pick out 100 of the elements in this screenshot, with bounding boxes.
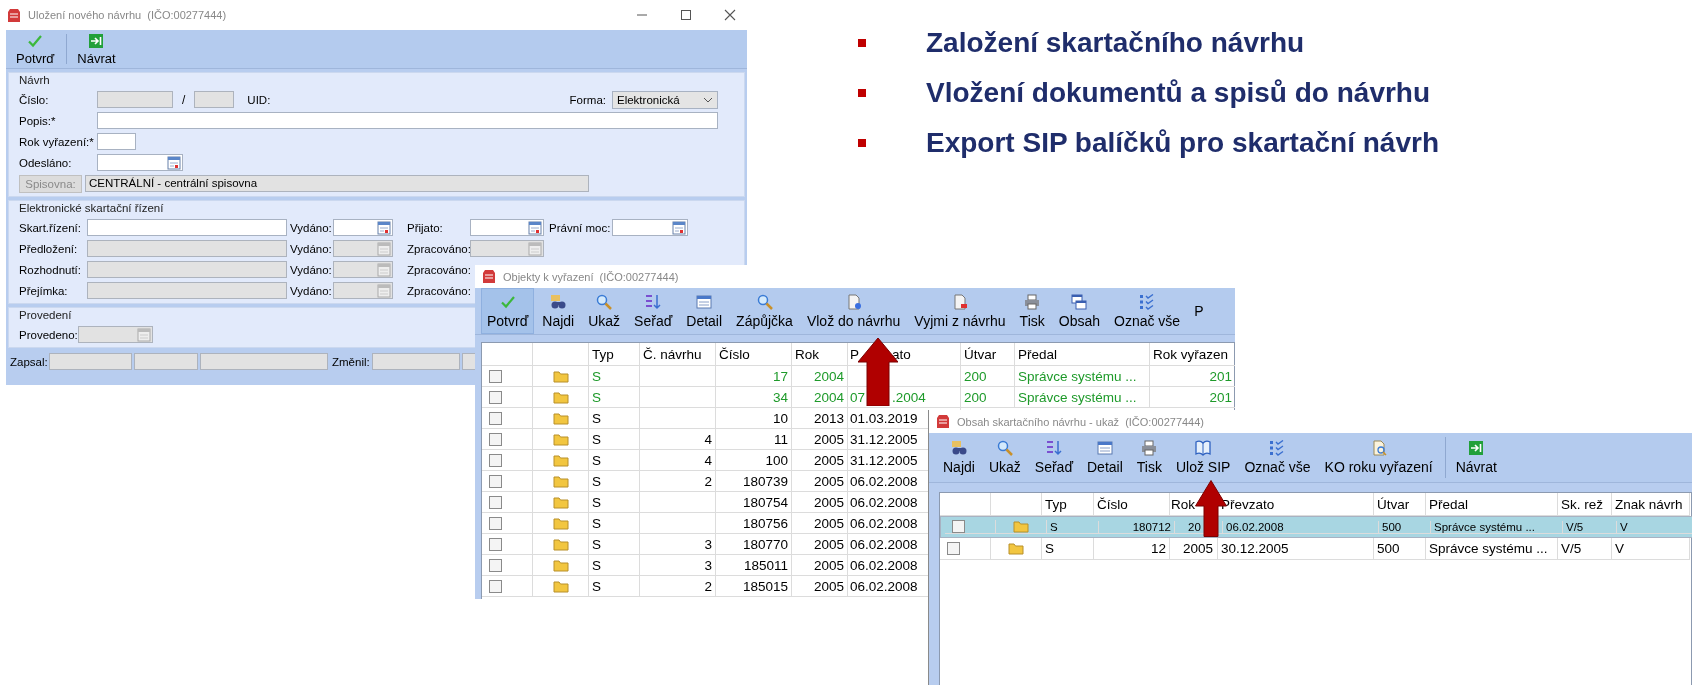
row-checkbox[interactable] [489,495,502,509]
column-header[interactable]: Útvar [964,346,997,362]
text-field[interactable] [97,133,136,150]
table-cell: 180712 [1132,520,1171,533]
column-header[interactable]: Rok [795,346,819,362]
column-header[interactable]: Rok vyřazen [1153,346,1229,362]
calendar-icon[interactable] [167,155,181,170]
toolbar-button[interactable]: Zápůjčka [730,288,799,334]
folder-icon [552,474,569,488]
table-cell: 2005 [813,557,844,573]
toolbar-button[interactable]: Ukaž [582,288,627,334]
toolbar-button[interactable]: Tisk [1013,288,1051,334]
toolbar-button[interactable]: Návrat [71,30,122,68]
binoculars-icon [950,440,967,456]
toolbar-button[interactable]: Ulož SIP [1169,433,1237,482]
row-checkbox[interactable] [489,474,502,488]
date-field[interactable] [470,219,544,236]
table-cell: 180770 [742,536,788,552]
toolbar-button[interactable]: KO roku vyřazení [1318,433,1439,482]
column-header[interactable]: Útvar [1377,496,1410,512]
row-checkbox[interactable] [489,411,502,425]
table-cell: S [592,578,601,594]
sort-icon [1045,440,1062,456]
row-checkbox[interactable] [952,520,965,533]
document-icon [951,293,968,310]
toolbar-button[interactable]: Obsah [1052,288,1106,334]
column-header[interactable]: ato [892,346,911,362]
text-field[interactable] [97,112,718,129]
toolbar-button[interactable]: Najdi [937,433,981,482]
search-icon [596,293,613,310]
row-checkbox[interactable] [489,390,502,404]
folder-icon [1013,520,1029,533]
field-label: Vydáno: [290,221,333,234]
toolbar-button[interactable]: Potvrď [10,30,61,68]
slash-text: / [182,92,186,107]
toolbar-button[interactable]: Seřaď [1028,433,1079,482]
column-header[interactable]: Předal [1429,496,1469,512]
row-checkbox[interactable] [489,432,502,446]
table-cell: .2004 [892,389,926,405]
date-field[interactable] [97,154,183,171]
field-label: Vydáno: [290,284,333,297]
row-checkbox[interactable] [489,558,502,572]
toolbar-button[interactable]: Potvrď [481,288,535,334]
table-cell: 180756 [742,515,788,531]
column-header[interactable]: Předal [1018,346,1058,362]
row-checkbox[interactable] [489,516,502,530]
row-checkbox[interactable] [489,369,502,383]
toolbar-button[interactable]: Najdi [536,288,581,334]
column-header[interactable]: Znak návrh [1615,496,1683,512]
table-cell: 180754 [742,494,788,510]
column-header[interactable]: Sk. rež [1561,496,1603,512]
group-title: Provedení [19,309,72,323]
row-checkbox[interactable] [489,579,502,593]
row-checkbox[interactable] [489,453,502,467]
table-cell: Správce systému ... [1434,520,1535,533]
row-checkbox[interactable] [489,537,502,551]
toolbar-button[interactable]: Detail [680,288,729,334]
column-header[interactable]: Číslo [1097,496,1128,512]
column-header[interactable]: Rok [1171,496,1195,512]
toolbar-button[interactable]: Detail [1081,433,1129,482]
column-header[interactable]: Typ [592,346,614,362]
field-label: Číslo: [19,93,50,106]
table-cell: 06.02.2008 [1226,520,1284,533]
table-row[interactable]: S 12 2005 30.12.2005 500 Správce systému ... V/5 V [940,538,1690,560]
field-label: Provedeno: [19,328,78,341]
date-field[interactable] [470,240,544,257]
folder-icon [552,495,569,509]
toolbar-button[interactable]: Ukaž [982,433,1027,482]
date-field[interactable] [333,219,393,236]
column-header[interactable]: Typ [1045,496,1067,512]
maximize-icon[interactable] [680,9,692,21]
toolbar-button[interactable]: Tisk [1130,433,1168,482]
exit-icon [1468,440,1485,456]
toolbar-button[interactable]: Označ vše [1108,288,1187,334]
toolbar-button[interactable]: Návrat [1449,433,1503,482]
folder-icon [552,411,569,425]
date-field[interactable] [612,219,689,236]
printer-icon [1024,293,1041,310]
text-field[interactable] [87,219,287,236]
field-label: Zapsal: [10,355,47,368]
toolbar-button[interactable]: P [1188,288,1210,334]
table-cell: 2005 [1183,541,1214,556]
toolbar-button[interactable]: Označ vše [1238,433,1317,482]
column-header[interactable]: P [850,346,859,362]
table-cell: S [592,368,601,384]
windows-icon [1071,293,1088,310]
calendar-icon[interactable] [528,220,542,235]
close-icon[interactable] [724,9,736,21]
table-row[interactable]: S 180712 20 06.02.2008 500 Správce systému ... V/5 V [940,516,1692,538]
calendar-icon[interactable] [672,220,687,235]
select-field[interactable]: Elektronická [612,90,718,109]
column-header[interactable]: Číslo [719,346,750,362]
toolbar-button[interactable]: Vlož do návrhu [800,288,907,334]
text-field[interactable]: CENTRÁLNÍ - centrální spisovna [85,175,589,192]
row-checkbox[interactable] [947,542,960,555]
column-header[interactable]: Č. návrhu [643,346,702,362]
toolbar-button[interactable]: Vyjmi z návrhu [908,288,1012,334]
calendar-icon[interactable] [377,220,391,235]
toolbar-button[interactable]: Seřaď [628,288,679,334]
checklist-icon [1139,293,1156,310]
